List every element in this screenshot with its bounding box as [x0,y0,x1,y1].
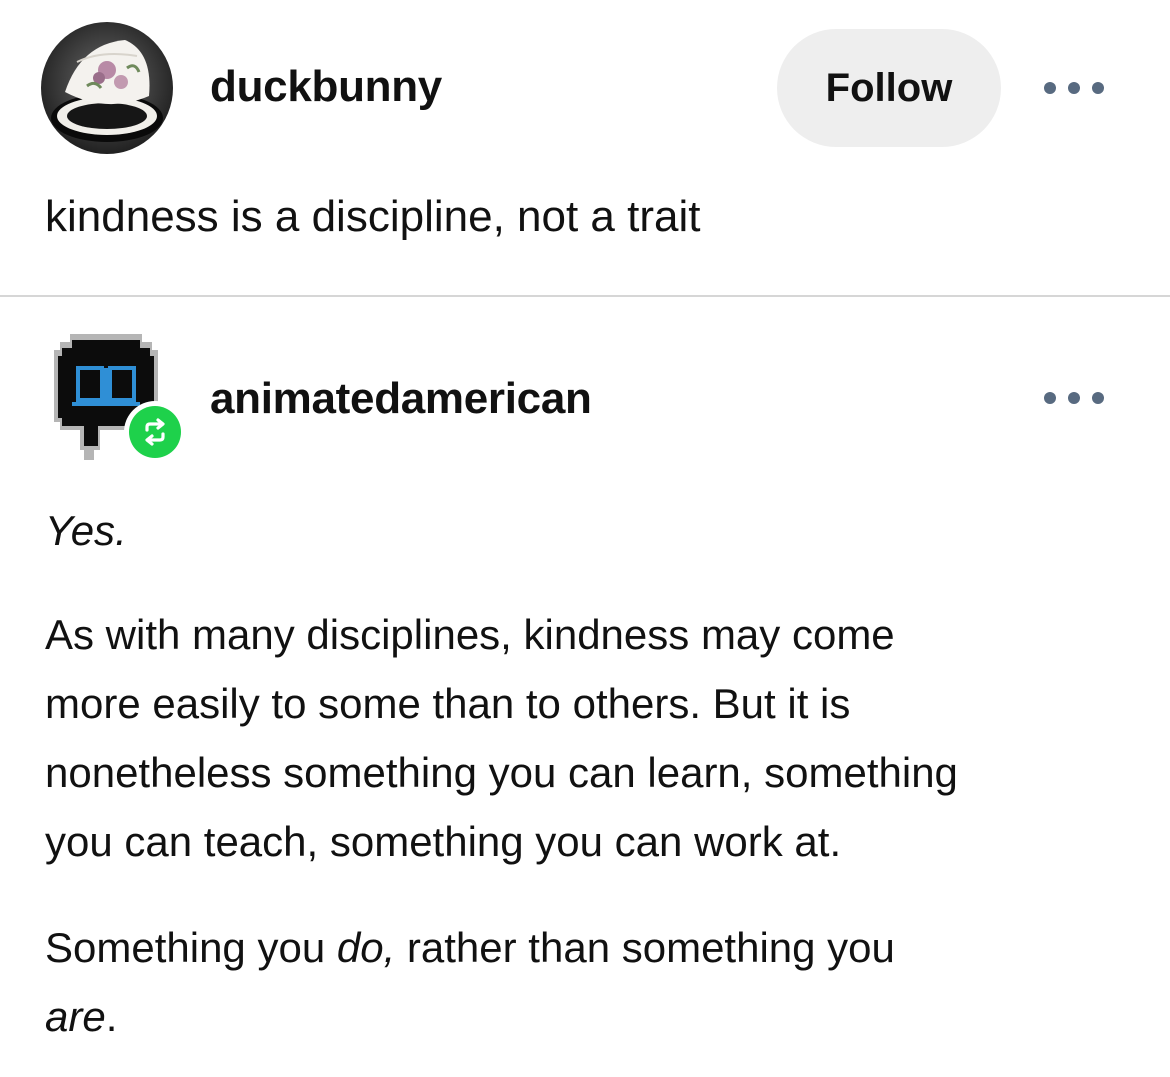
teacup-avatar-icon [41,22,173,154]
more-options-button[interactable] [1044,78,1104,98]
text-line: nonetheless something you can learn, som… [45,749,958,796]
reblog-paragraph: As with many disciplines, kindness may c… [45,600,1135,876]
text-line: you can teach, something you can work at… [45,818,842,865]
more-horizontal-icon [1092,392,1104,404]
punctuation: . [105,993,118,1040]
text-segment: rather than something you [395,924,895,971]
follow-button[interactable]: Follow [777,29,1001,147]
text-line: As with many disciplines, kindness may c… [45,611,895,658]
text-segment: Something you [45,924,337,971]
text-line: are. [45,982,1135,1051]
punctuation: . [115,507,127,554]
more-horizontal-icon [1092,82,1104,94]
reblog-icon [145,418,165,446]
emphasis: Yes [45,507,116,554]
more-horizontal-icon [1068,82,1080,94]
more-horizontal-icon [1044,392,1056,404]
username[interactable]: animatedamerican [210,374,592,424]
reblog-paragraph: Something you do, rather than something … [45,913,1135,1051]
emphasis: are [45,993,106,1040]
reblog-badge [124,401,186,463]
username[interactable]: duckbunny [210,62,442,112]
more-horizontal-icon [1068,392,1080,404]
avatar[interactable] [41,22,173,154]
emphasis: do, [336,924,396,971]
text-line: Something you do, rather than something … [45,913,1135,982]
text-line: more easily to some than to others. But … [45,680,851,727]
more-horizontal-icon [1044,82,1056,94]
reblog-text-yes: Yes. [45,503,127,559]
original-post: duckbunny Follow kindness is a disciplin… [0,0,1170,295]
more-options-button[interactable] [1044,388,1104,408]
post-text: kindness is a discipline, not a trait [45,192,701,241]
